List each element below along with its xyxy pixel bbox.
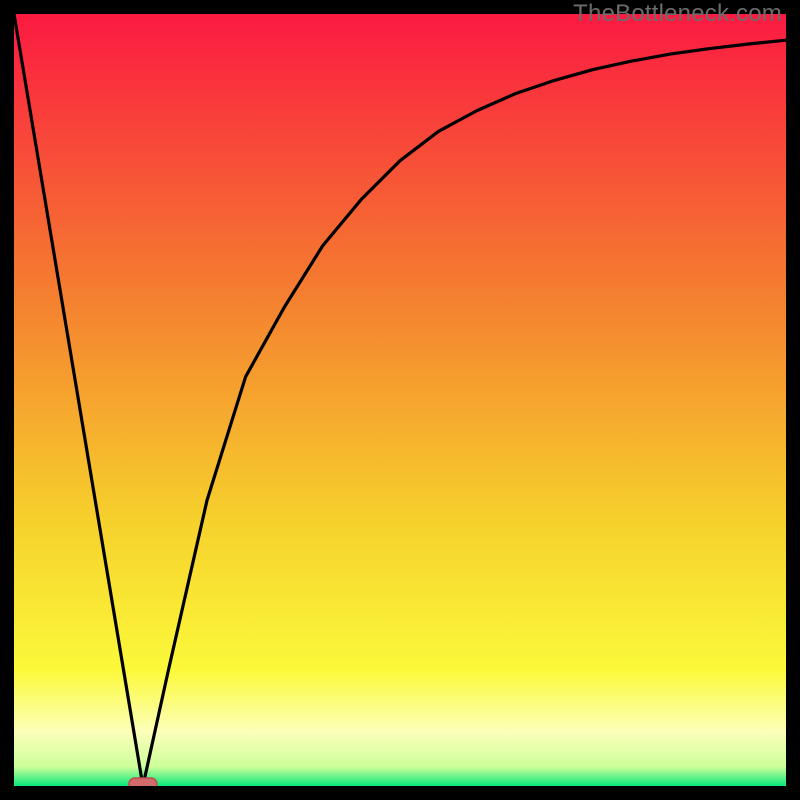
watermark-label: TheBottleneck.com bbox=[573, 0, 782, 28]
chart-frame bbox=[14, 14, 786, 786]
bottleneck-chart bbox=[14, 14, 786, 786]
chart-background-gradient bbox=[14, 14, 786, 786]
optimal-point-marker bbox=[129, 778, 157, 786]
